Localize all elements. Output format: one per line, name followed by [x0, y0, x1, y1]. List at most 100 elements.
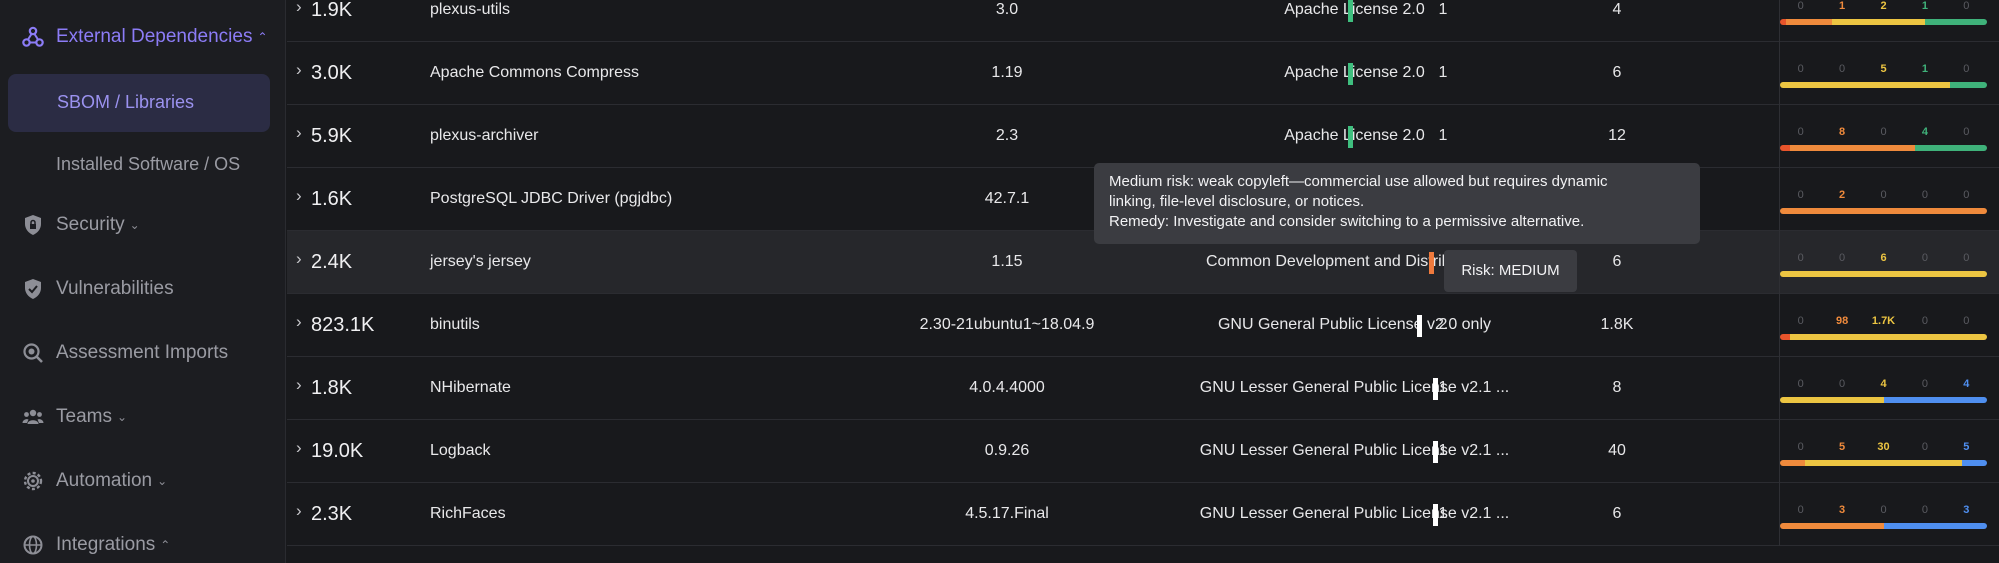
license-risk-tooltip: Medium risk: weak copyleft—commercial us… — [1094, 163, 1700, 244]
license-risk-indicator[interactable] — [1348, 126, 1353, 148]
nav-security-label: Security — [56, 214, 125, 235]
chevron-up-icon: ⌃ — [257, 30, 268, 44]
risk-badge-tooltip: Risk: MEDIUM — [1444, 250, 1577, 292]
table-row[interactable]: › 1.9K plexus-utils 3.0 Apache License 2.0 1 4… — [287, 0, 1999, 42]
component-size: 1.8K — [311, 377, 353, 399]
library-name[interactable]: plexus-utils — [430, 1, 510, 19]
table-row[interactable]: › 19.0K Logback 0.9.26 GNU Lesser General Pu… — [287, 420, 1999, 483]
vulnerability-summary[interactable]: 0 2 0 0 0 — [1779, 168, 1990, 231]
nav-automation-label: Automation — [56, 470, 153, 491]
expand-row-chevron-icon[interactable]: › — [296, 375, 302, 395]
vulnerability-count: 0 — [1921, 189, 1928, 201]
library-name[interactable]: PostgreSQL JDBC Driver (pgjdbc) — [430, 190, 672, 208]
tooltip-line: linking, file-level disclosure, or notic… — [1109, 193, 1365, 210]
library-name[interactable]: plexus-archiver — [430, 127, 538, 145]
expand-row-chevron-icon[interactable]: › — [296, 60, 302, 80]
expand-row-chevron-icon[interactable]: › — [296, 312, 302, 332]
nav-teams-label: Teams — [56, 406, 112, 427]
library-name[interactable]: Apache Commons Compress — [430, 64, 639, 82]
libraries-table: › 1.9K plexus-utils 3.0 Apache License 2.0 1 4… — [287, 0, 1999, 563]
count-projects: 1 — [1438, 442, 1448, 459]
component-size: 2.4K — [311, 251, 353, 273]
license-risk-indicator[interactable] — [1433, 378, 1438, 400]
count-usages: 40 — [1608, 442, 1626, 459]
count-usages: 4 — [1612, 1, 1622, 18]
table-row[interactable]: › 823.1K binutils 2.30-21ubuntu1~18.04.9 GNU… — [287, 294, 1999, 357]
count-projects: 2 — [1438, 316, 1448, 333]
vulnerability-summary[interactable]: 0 1 2 1 0 — [1779, 0, 1990, 42]
nav-external-dependencies[interactable]: External Dependencies ⌃ — [22, 26, 268, 48]
severity-segment — [1780, 208, 1987, 214]
vulnerability-count: 3 — [1963, 504, 1970, 516]
severity-segment — [1780, 523, 1884, 529]
component-size: 3.0K — [311, 62, 353, 84]
sidebar: External Dependencies ⌃ SBOM / Libraries… — [0, 0, 286, 563]
license-risk-indicator[interactable] — [1417, 315, 1422, 337]
license-risk-indicator[interactable] — [1429, 252, 1434, 274]
vulnerability-counts: 0 1 2 1 0 — [1780, 0, 1987, 12]
chevron-down-icon: ⌄ — [129, 218, 140, 232]
license-risk-indicator[interactable] — [1433, 504, 1438, 526]
nav-vulnerabilities-label: Vulnerabilities — [56, 278, 174, 299]
table-row[interactable]: › 5.9K plexus-archiver 2.3 Apache License 2.… — [287, 105, 1999, 168]
table-row[interactable]: › 2.3K RichFaces 4.5.17.Final GNU Lesser Gen… — [287, 483, 1999, 546]
vulnerability-summary[interactable]: 0 98 1.7K 0 0 — [1779, 294, 1990, 357]
vulnerability-count: 98 — [1835, 315, 1849, 327]
vulnerability-summary[interactable]: 0 0 6 0 0 — [1779, 231, 1990, 294]
nav-assessment-imports[interactable]: Assessment Imports — [22, 342, 228, 364]
vulnerability-summary[interactable]: 0 3 0 0 3 — [1779, 483, 1990, 546]
nav-automation[interactable]: Automation ⌄ — [22, 470, 167, 492]
table-row[interactable]: › 3.0K Apache Commons Compress 1.19 Apache L… — [287, 42, 1999, 105]
severity-segment — [1804, 460, 1963, 466]
severity-segment — [1780, 271, 1987, 277]
vulnerability-counts: 0 0 6 0 0 — [1780, 252, 1987, 264]
vulnerability-summary[interactable]: 0 8 0 4 0 — [1779, 105, 1990, 168]
expand-row-chevron-icon[interactable]: › — [296, 438, 302, 458]
severity-segment — [1780, 334, 1791, 340]
sidebar-item-sbom-libraries-label: SBOM / Libraries — [57, 92, 195, 112]
count-usages: 12 — [1608, 127, 1626, 144]
chevron-down-icon: ⌄ — [157, 474, 168, 488]
severity-segment — [1883, 397, 1987, 403]
nav-vulnerabilities[interactable]: Vulnerabilities — [22, 278, 174, 300]
severity-segment — [1786, 19, 1832, 25]
library-name[interactable]: jersey's jersey — [430, 253, 531, 271]
expand-row-chevron-icon[interactable]: › — [296, 0, 302, 17]
expand-row-chevron-icon[interactable]: › — [296, 123, 302, 143]
count-projects: 1 — [1438, 379, 1448, 396]
table-row[interactable]: › 1.8K NHibernate 4.0.4.4000 GNU Lesser Gene… — [287, 357, 1999, 420]
vulnerability-count: 0 — [1797, 63, 1804, 75]
expand-row-chevron-icon[interactable]: › — [296, 186, 302, 206]
vulnerability-count: 0 — [1797, 189, 1804, 201]
vulnerability-summary[interactable]: 00510 — [1779, 42, 1990, 105]
nav-teams[interactable]: Teams ⌄ — [22, 406, 127, 428]
library-name[interactable]: RichFaces — [430, 505, 506, 523]
expand-row-chevron-icon[interactable]: › — [296, 249, 302, 269]
component-size: 1.9K — [311, 0, 353, 21]
nav-security[interactable]: Security ⌄ — [22, 214, 140, 236]
license-risk-indicator[interactable] — [1348, 0, 1353, 22]
license-name: GNU Lesser General Public License v2.1 .… — [1199, 505, 1510, 522]
vulnerability-severity-bar — [1780, 145, 1987, 151]
library-name[interactable]: binutils — [430, 316, 480, 334]
expand-row-chevron-icon[interactable]: › — [296, 501, 302, 521]
vulnerability-count: 0 — [1797, 252, 1804, 264]
vulnerability-severity-bar — [1780, 19, 1987, 25]
vulnerability-count: 0 — [1839, 63, 1846, 75]
license-risk-indicator[interactable] — [1348, 63, 1353, 85]
nav-integrations[interactable]: Integrations ⌃ — [22, 534, 170, 556]
vulnerability-summary[interactable]: 0 5 30 0 5 — [1779, 420, 1990, 483]
sidebar-item-installed-software[interactable]: Installed Software / OS — [56, 154, 240, 175]
license-risk-indicator[interactable] — [1433, 441, 1438, 463]
vulnerability-count: 0 — [1797, 504, 1804, 516]
library-name[interactable]: NHibernate — [430, 379, 511, 397]
library-name[interactable]: Logback — [430, 442, 491, 460]
gear-icon — [22, 470, 44, 492]
component-size: 5.9K — [311, 125, 353, 147]
vulnerability-count: 0 — [1839, 252, 1846, 264]
sidebar-item-sbom-libraries[interactable]: SBOM / Libraries — [8, 74, 270, 132]
vulnerability-summary[interactable]: 0 0 4 0 4 — [1779, 357, 1990, 420]
vulnerability-severity-bar — [1780, 82, 1987, 88]
chevron-up-icon: ⌃ — [160, 538, 171, 552]
vulnerability-counts: 0 2 0 0 0 — [1780, 189, 1987, 201]
